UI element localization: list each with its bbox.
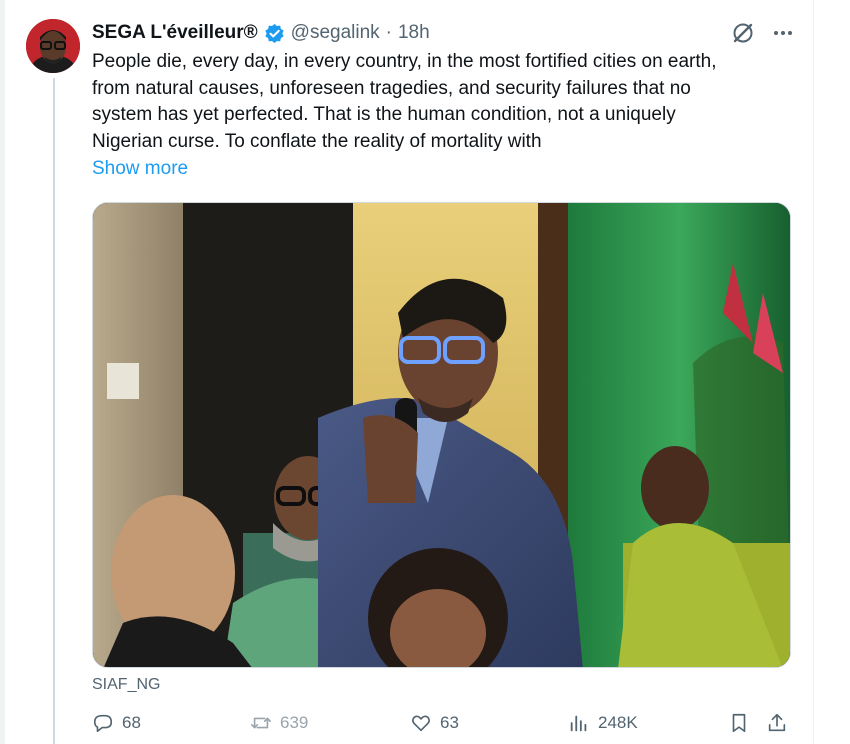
tweet-text-line: People die, every day, in every country,… (92, 51, 717, 72)
show-more-link[interactable]: Show more (92, 158, 188, 180)
separator-dot: · (385, 22, 392, 43)
repost-count: 639 (280, 713, 309, 732)
photo-image (93, 203, 790, 667)
reply-button[interactable]: 68 (92, 712, 141, 734)
avatar-image (26, 19, 80, 73)
views-count: 248K (598, 713, 638, 732)
action-bar: 68 639 63 248K (92, 706, 792, 744)
views-icon (570, 715, 587, 732)
grok-icon[interactable] (730, 20, 756, 46)
tweet-photo[interactable] (92, 202, 791, 668)
more-icon[interactable] (770, 20, 796, 46)
share-icon (768, 713, 786, 732)
avatar[interactable] (26, 19, 80, 73)
repost-icon (251, 717, 271, 729)
tweet-text-line: Nigerian curse. To conflate the reality … (92, 130, 542, 152)
bookmark-button[interactable] (728, 712, 750, 734)
share-button[interactable] (766, 712, 788, 734)
tweet-text-line: from natural causes, unforeseen tragedie… (92, 77, 691, 99)
page-edge (0, 0, 5, 744)
like-icon (412, 715, 430, 732)
verified-badge-icon[interactable] (264, 23, 285, 44)
header-actions (730, 20, 796, 46)
like-button[interactable]: 63 (410, 712, 459, 734)
post-time[interactable]: 18h (398, 22, 430, 44)
media-source-label[interactable]: SIAF_NG (92, 676, 160, 694)
author-display-name[interactable]: SEGA L'éveilleur® (92, 22, 258, 44)
author-handle[interactable]: @segalink (291, 22, 380, 44)
reply-icon (93, 714, 113, 733)
tweet-text-line: system has yet perfected. That is the hu… (92, 104, 676, 125)
tweet-header: SEGA L'éveilleur® @segalink · 18h (92, 20, 430, 46)
tweet-text: People die, every day, in every country,… (92, 49, 797, 155)
repost-button[interactable]: 639 (250, 712, 308, 734)
thread-line (53, 78, 55, 744)
like-count: 63 (440, 713, 459, 732)
bookmark-icon (732, 713, 746, 733)
column-divider (813, 0, 814, 744)
views-button[interactable]: 248K (568, 712, 638, 734)
reply-count: 68 (122, 713, 141, 732)
